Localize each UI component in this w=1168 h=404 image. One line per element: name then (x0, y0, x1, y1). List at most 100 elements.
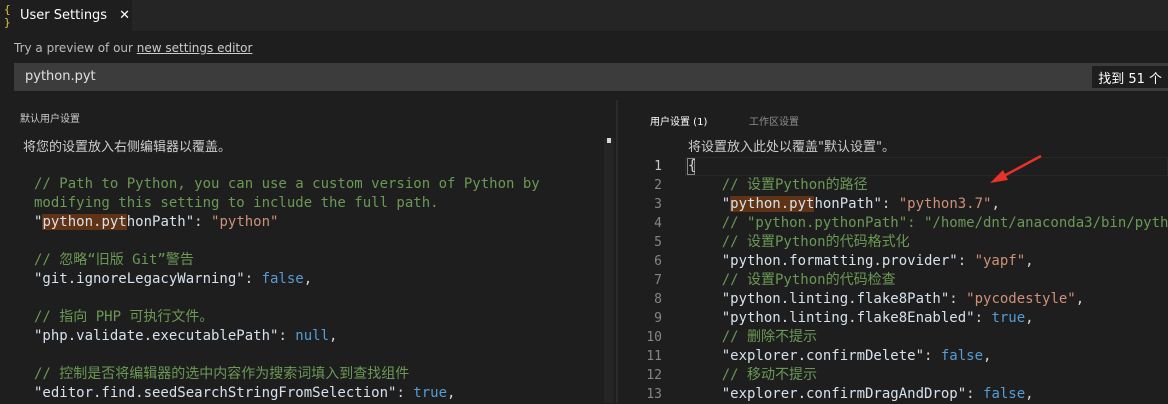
code-token: // Path to Python, you can use a custom … (34, 176, 540, 192)
new-settings-editor-link[interactable]: new settings editor (137, 41, 253, 55)
tab-user-settings-scope[interactable]: 用户设置 (1) (650, 113, 707, 128)
code-token: , (991, 196, 1000, 212)
line-number: 12 (646, 368, 662, 383)
code-token: false (261, 271, 304, 287)
code-token: "python.formatting.provider" (688, 253, 958, 269)
left-code-line: // 控制是否将编辑器的选中内容作为搜索词填入到查找组件 (34, 365, 409, 384)
code-token: "pycodestyle" (966, 291, 1076, 307)
right-code-line: "python.formatting.provider": "yapf", (688, 252, 1034, 271)
tab-title: User Settings (20, 8, 108, 23)
left-code-line: // 指向 PHP 可执行文件。 (34, 308, 213, 327)
line-number: 4 (654, 216, 662, 231)
code-token: false (983, 386, 1026, 402)
code-token: "yapf" (974, 253, 1026, 269)
right-code-line: // 移动不提示 (688, 366, 817, 385)
code-token: "python.linting.flake8Enabled" (688, 310, 975, 326)
code-token: honPath" (126, 214, 195, 230)
code-token: true (991, 310, 1026, 326)
code-token: : (396, 385, 414, 401)
code-token: , (447, 385, 456, 401)
line-number: 10 (646, 330, 662, 345)
code-token: "python" (211, 214, 279, 230)
code-token: , (1025, 253, 1034, 269)
code-token: // 忽略“旧版 Git”警告 (34, 252, 194, 268)
code-token: : (966, 386, 984, 402)
line-number: 8 (654, 292, 662, 307)
code-token: , (983, 348, 992, 364)
right-code-line: // 设置Python的路径 (688, 176, 868, 195)
code-token: // 控制是否将编辑器的选中内容作为搜索词填入到查找组件 (34, 366, 410, 382)
search-match-highlight: python.pyt (730, 196, 815, 212)
line-number: 5 (654, 235, 662, 250)
left-code-line: "git.ignoreLegacyWarning": false, (34, 270, 312, 289)
line-number: 1 (654, 159, 662, 174)
left-scrollbar[interactable] (604, 138, 614, 403)
code-token: , (329, 328, 338, 344)
close-icon[interactable]: ✕ (119, 8, 130, 23)
code-token: null (295, 328, 330, 344)
current-line-highlight (685, 157, 1168, 176)
code-token: // 设置Python的路径 (688, 177, 868, 193)
code-token: "editor.find.seedSearchStringFromSelecti… (34, 385, 397, 401)
code-token: // 移动不提示 (688, 367, 818, 383)
code-token: " (688, 196, 731, 212)
left-code-line: // 忽略“旧版 Git”警告 (34, 251, 194, 270)
code-token: : (949, 291, 967, 307)
default-settings-description: 将您的设置放入右侧编辑器以覆盖。 (23, 140, 232, 155)
line-number: 11 (646, 349, 662, 364)
left-code-line: // Path to Python, you can use a custom … (34, 175, 540, 194)
line-number: 7 (654, 273, 662, 288)
user-settings-description: 将设置放入此处以覆盖"默认设置"。 (688, 140, 895, 155)
code-token: : (881, 196, 899, 212)
code-token: "explorer.confirmDragAndDrop" (688, 386, 967, 402)
right-code-line: // 设置Python的代码检查 (688, 271, 896, 290)
preview-notice: Try a preview of our new settings editor (14, 41, 252, 55)
code-token: // "python.pythonPath": "/home/dnt/anaco… (688, 215, 1168, 231)
code-token: "git.ignoreLegacyWarning" (34, 271, 245, 287)
tab-bar: { } User Settings ✕ (0, 0, 1168, 31)
right-code-line: { (688, 157, 696, 176)
code-token: : (924, 348, 941, 364)
code-token: // 设置Python的代码格式化 (688, 234, 910, 250)
left-code-line: "editor.find.seedSearchStringFromSelecti… (34, 384, 455, 403)
code-token: , (1025, 310, 1034, 326)
code-token: "explorer.confirmDelete" (688, 348, 925, 364)
code-token: false (940, 348, 984, 364)
settings-search-input[interactable]: python.pyt 找到 51 个 (14, 63, 1168, 91)
scrollbar-marker (607, 138, 611, 143)
tab-user-settings[interactable]: { } User Settings ✕ (0, 0, 132, 31)
left-code-line: "python.pythonPath": "python" (34, 213, 278, 232)
code-token: , (1025, 386, 1034, 402)
json-file-icon: { } (4, 2, 11, 29)
code-token: "python.linting.flake8Path" (688, 291, 950, 307)
right-code-line: "explorer.confirmDelete": false, (688, 347, 992, 366)
code-token: // 删除不提示 (688, 329, 818, 345)
line-number: 2 (654, 178, 662, 193)
code-token: : (974, 310, 992, 326)
code-token: : (278, 328, 296, 344)
right-code-line: // "python.pythonPath": "/home/dnt/anaco… (688, 214, 1168, 233)
right-code-line: "python.pythonPath": "python3.7", (688, 195, 1000, 214)
code-token: "python3.7" (898, 196, 992, 212)
code-token: { (688, 158, 697, 174)
code-token: honPath" (814, 196, 882, 212)
code-token: true (413, 385, 448, 401)
default-settings-header: 默认用户设置 (20, 114, 80, 125)
left-code-line: "php.validate.executablePath": null, (34, 327, 337, 346)
line-number: 13 (646, 387, 662, 402)
code-token: : (957, 253, 975, 269)
code-token: : (244, 271, 262, 287)
code-token: : (194, 214, 212, 230)
code-token: "php.validate.executablePath" (34, 328, 279, 344)
tab-workspace-settings[interactable]: 工作区设置 (749, 113, 799, 128)
line-number: 3 (654, 197, 662, 212)
right-code-line: "python.linting.flake8Path": "pycodestyl… (688, 290, 1084, 309)
right-code-line: "python.linting.flake8Enabled": true, (688, 309, 1034, 328)
search-result-count: 找到 51 个 (1092, 66, 1168, 88)
search-value: python.pyt (25, 69, 96, 84)
line-number: 9 (654, 311, 662, 326)
editor-divider[interactable] (616, 100, 618, 403)
code-token: , (1075, 291, 1085, 307)
right-code-line: "explorer.confirmDragAndDrop": false, (688, 385, 1034, 404)
line-number: 6 (654, 254, 662, 269)
